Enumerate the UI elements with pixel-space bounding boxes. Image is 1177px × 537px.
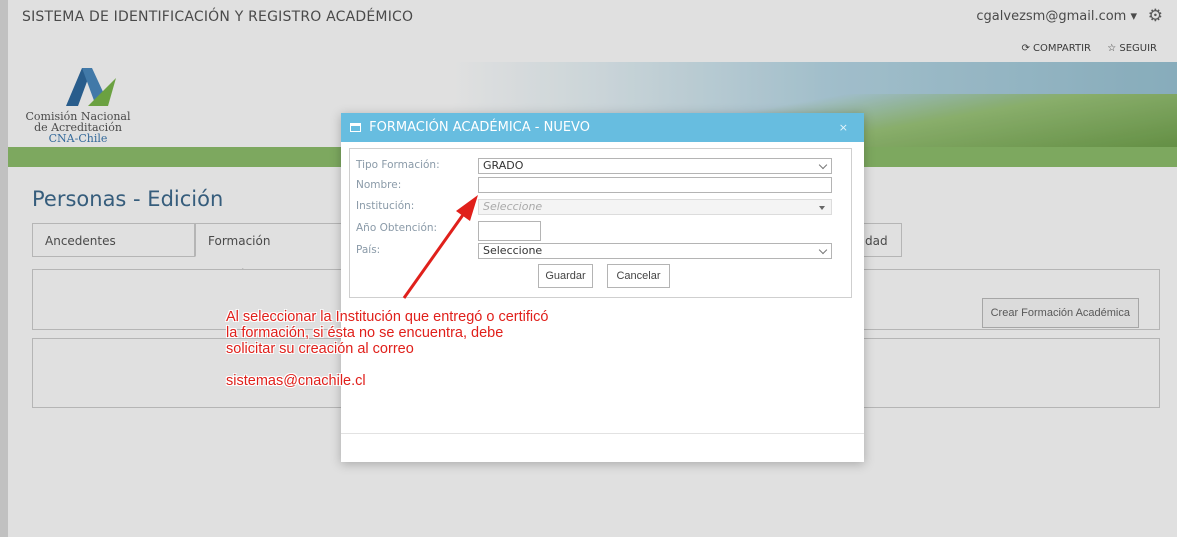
close-icon[interactable]: × — [839, 113, 848, 142]
window-icon — [350, 123, 361, 132]
guardar-button[interactable]: Guardar — [538, 264, 593, 288]
nombre-label: Nombre: — [356, 179, 402, 191]
institucion-label: Institución: — [356, 200, 415, 212]
formacion-modal: FORMACIÓN ACADÉMICA - NUEVO × Tipo Forma… — [341, 113, 864, 462]
annotation-email: sistemas@cnachile.cl — [226, 373, 366, 389]
nombre-field[interactable] — [478, 177, 832, 193]
tipo-select[interactable]: GRADO — [478, 158, 832, 174]
anio-field[interactable] — [478, 221, 541, 241]
cancelar-button[interactable]: Cancelar — [607, 264, 670, 288]
pais-label: País: — [356, 244, 381, 256]
annotation-text: Al seleccionar la Institución que entreg… — [226, 309, 549, 357]
modal-title: FORMACIÓN ACADÉMICA - NUEVO — [369, 120, 590, 135]
annotation-note: Al seleccionar la Institución que entreg… — [226, 309, 556, 389]
form-box: Tipo Formación: GRADO Nombre: Institució… — [349, 148, 852, 298]
tipo-label: Tipo Formación: — [356, 159, 440, 171]
pais-select[interactable]: Seleccione — [478, 243, 832, 259]
institucion-select[interactable]: Seleccione — [478, 199, 832, 215]
modal-footer-divider — [341, 433, 864, 434]
modal-header: FORMACIÓN ACADÉMICA - NUEVO × — [341, 113, 864, 142]
anio-label: Año Obtención: — [356, 222, 438, 234]
